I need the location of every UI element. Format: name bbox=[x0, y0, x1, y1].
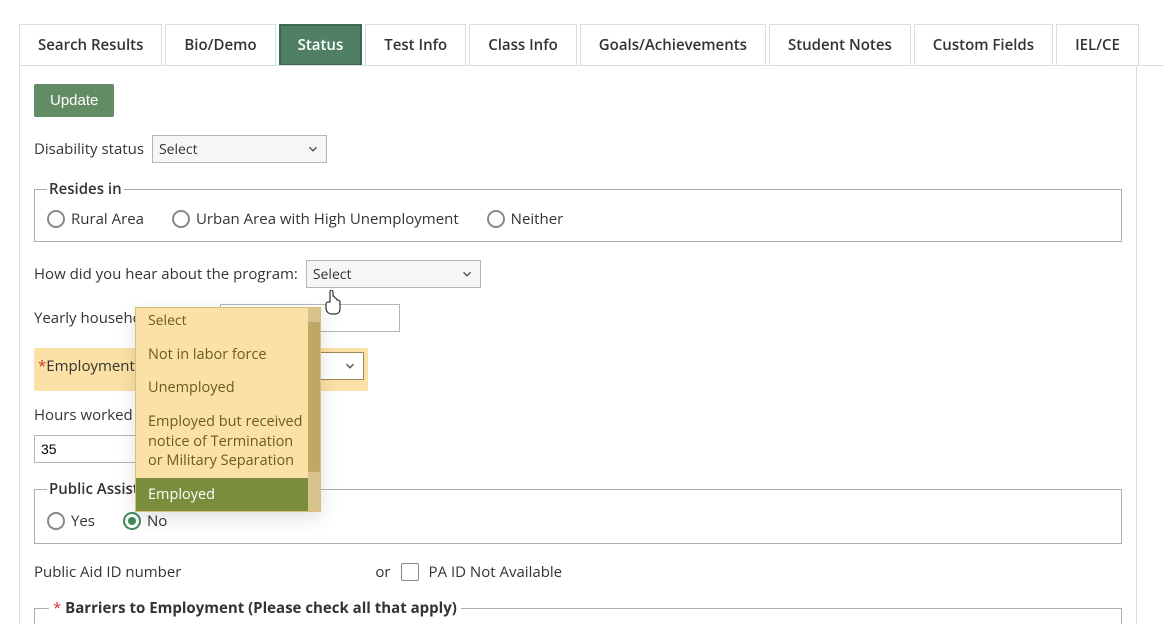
tab-student-notes[interactable]: Student Notes bbox=[769, 24, 911, 65]
paid-na-label: PA ID Not Available bbox=[429, 562, 563, 582]
chevron-down-icon bbox=[306, 142, 320, 156]
employment-option-select[interactable]: Select bbox=[136, 308, 320, 338]
employment-option-not-in-labor-force[interactable]: Not in labor force bbox=[136, 338, 320, 372]
resides-urban[interactable]: Urban Area with High Unemployment bbox=[172, 209, 459, 229]
tab-status[interactable]: Status bbox=[279, 24, 363, 65]
tab-custom-fields[interactable]: Custom Fields bbox=[914, 24, 1053, 65]
pa-yes[interactable]: Yes bbox=[47, 511, 95, 531]
tabs-bar: Search Results Bio/Demo Status Test Info… bbox=[19, 24, 1164, 66]
resides-legend: Resides in bbox=[47, 179, 124, 199]
paid-or: or bbox=[375, 562, 390, 582]
resides-rural[interactable]: Rural Area bbox=[47, 209, 144, 229]
resides-fieldset: Resides in Rural Area Urban Area with Hi… bbox=[34, 179, 1122, 242]
dropdown-scroll-thumb[interactable] bbox=[308, 322, 320, 472]
dropdown-scrollbar[interactable] bbox=[308, 308, 320, 511]
hear-label: How did you hear about the program: bbox=[34, 264, 298, 284]
hear-select[interactable]: Select bbox=[306, 260, 481, 288]
barriers-legend: * Barriers to Employment (Please check a… bbox=[49, 598, 461, 618]
paid-label: Public Aid ID number bbox=[34, 562, 181, 582]
employment-option-employed[interactable]: Employed bbox=[136, 478, 320, 512]
pointer-cursor-icon bbox=[322, 290, 344, 321]
hear-row: How did you hear about the program: Sele… bbox=[34, 260, 1122, 288]
employment-dropdown: Select Not in labor force Unemployed Emp… bbox=[135, 307, 321, 512]
tab-search-results[interactable]: Search Results bbox=[19, 24, 162, 65]
disability-label: Disability status bbox=[34, 139, 144, 159]
employment-option-termination[interactable]: Employed but received notice of Terminat… bbox=[136, 405, 320, 478]
barriers-fieldset: * Barriers to Employment (Please check a… bbox=[34, 598, 1122, 624]
tab-goals[interactable]: Goals/Achievements bbox=[580, 24, 766, 65]
chevron-down-icon bbox=[460, 267, 474, 281]
required-mark: * bbox=[38, 356, 46, 376]
tab-bio-demo[interactable]: Bio/Demo bbox=[165, 24, 275, 65]
chevron-down-icon bbox=[343, 359, 357, 373]
update-button[interactable]: Update bbox=[34, 84, 114, 117]
tab-test-info[interactable]: Test Info bbox=[365, 24, 466, 65]
tab-iel-ce[interactable]: IEL/CE bbox=[1056, 24, 1139, 65]
resides-neither[interactable]: Neither bbox=[487, 209, 564, 229]
disability-row: Disability status Select bbox=[34, 135, 1122, 163]
disability-select[interactable]: Select bbox=[152, 135, 327, 163]
paid-row: Public Aid ID number or PA ID Not Availa… bbox=[34, 562, 1122, 582]
employment-option-unemployed[interactable]: Unemployed bbox=[136, 371, 320, 405]
pa-no[interactable]: No bbox=[123, 511, 167, 531]
paid-na-checkbox[interactable] bbox=[401, 563, 419, 581]
tab-class-info[interactable]: Class Info bbox=[469, 24, 577, 65]
